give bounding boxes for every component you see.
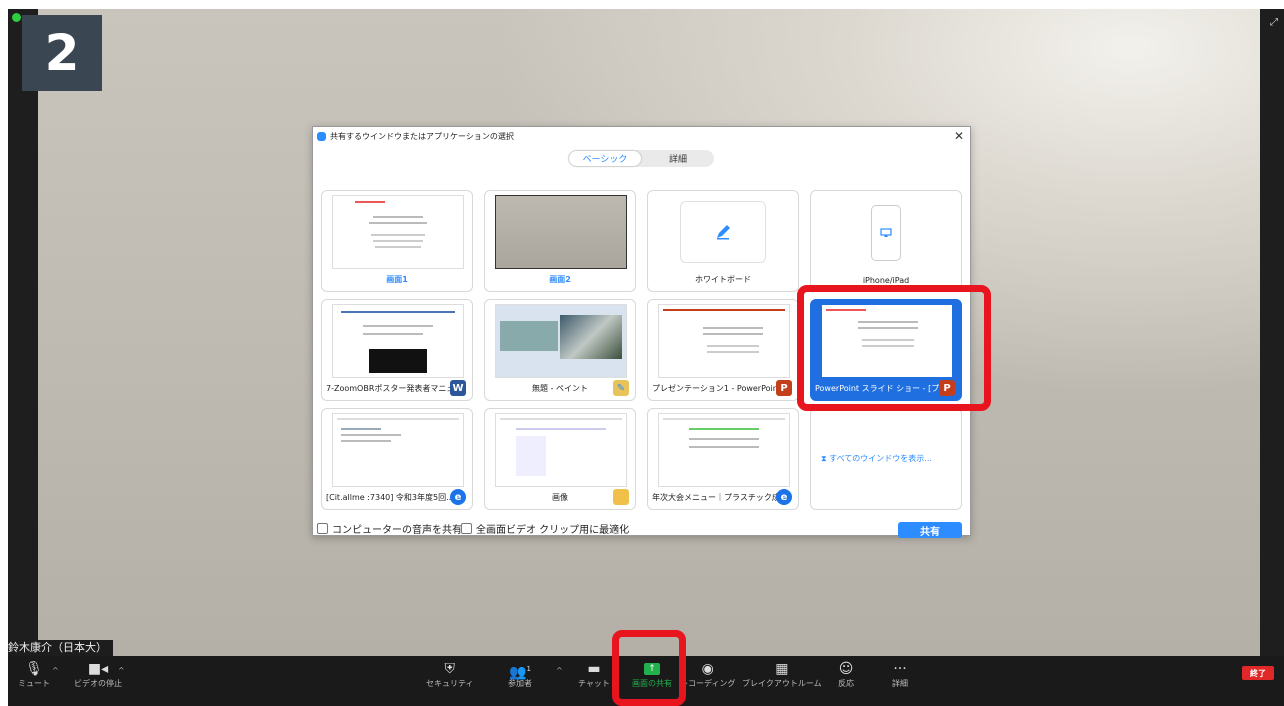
audio-options-caret-icon[interactable]: ^ xyxy=(52,666,59,675)
hourglass-icon: ⧗ xyxy=(821,454,830,463)
mute-button[interactable]: 🎙 ミュート xyxy=(18,660,50,689)
video-options-caret-icon[interactable]: ^ xyxy=(118,666,125,675)
more-button[interactable]: ··· 詳細 xyxy=(892,660,908,689)
fullscreen-icon[interactable]: ⤢ xyxy=(1270,17,1278,28)
record-button[interactable]: ◉ レコーディング xyxy=(680,660,735,689)
dialog-title: 共有するウインドウまたはアプリケーションの選択 xyxy=(317,131,514,142)
breakout-grid-icon: ▦ xyxy=(775,661,789,677)
dialog-title-text: 共有するウインドウまたはアプリケーションの選択 xyxy=(330,132,514,141)
screen-number-badge: 2 xyxy=(22,15,102,91)
folder-icon xyxy=(613,489,629,505)
close-icon[interactable]: ✕ xyxy=(954,129,964,143)
show-all-windows-link[interactable]: ⧗ すべてのウインドウを表示... xyxy=(821,453,932,464)
whiteboard-pen-icon xyxy=(680,201,766,263)
tile-edge-window-1[interactable]: [Cit.allme :7340] 令和3年度5回... e xyxy=(321,408,473,510)
screen-1-thumbnail xyxy=(332,195,464,269)
tile-screen-2[interactable]: 画面2 xyxy=(484,190,636,292)
tab-advanced[interactable]: 詳細 xyxy=(642,150,714,167)
tile-show-all-windows[interactable]: ⧗ すべてのウインドウを表示... xyxy=(810,408,962,510)
paint-thumbnail xyxy=(495,304,627,378)
reactions-button[interactable]: ☺ 反応 xyxy=(838,660,854,689)
highlight-share-screen-button xyxy=(612,630,686,706)
chat-bubble-icon: ▬ xyxy=(587,661,601,677)
word-app-icon: W xyxy=(450,380,466,396)
tab-basic[interactable]: ベーシック xyxy=(569,151,641,166)
powerpoint-thumbnail xyxy=(658,304,790,378)
screen-2-thumbnail xyxy=(495,195,627,269)
edge-browser-icon: e xyxy=(776,489,792,505)
zoom-logo-icon xyxy=(317,132,326,141)
tile-iphone-ipad[interactable]: iPhone/iPad xyxy=(810,190,962,292)
tile-whiteboard[interactable]: ホワイトボード xyxy=(647,190,799,292)
security-button[interactable]: ⛨ セキュリティ xyxy=(426,660,474,689)
word-thumbnail xyxy=(332,304,464,378)
participants-caret-icon[interactable]: ^ xyxy=(556,666,563,675)
participants-button[interactable]: 👥1 参加者 xyxy=(508,660,532,689)
share-mode-tabs: ベーシック 詳細 xyxy=(568,150,714,167)
tile-powerpoint-window[interactable]: プレゼンテーション1 - PowerPoint P xyxy=(647,299,799,401)
video-border-right xyxy=(1260,9,1284,656)
participants-count: 1 xyxy=(526,665,531,673)
powerpoint-app-icon: P xyxy=(776,380,792,396)
chat-button[interactable]: ▬ チャット xyxy=(578,660,610,689)
checkbox-icon xyxy=(317,523,328,534)
tile-label: 画面1 xyxy=(386,275,408,284)
edge-thumbnail-1 xyxy=(332,413,464,487)
tile-label: ホワイトボード xyxy=(695,275,751,284)
microphone-icon: 🎙 xyxy=(25,661,43,677)
tile-paint-window[interactable]: 無題 - ペイント ✎ xyxy=(484,299,636,401)
edge-browser-icon: e xyxy=(450,489,466,505)
highlight-slideshow-tile xyxy=(797,285,991,411)
tile-label: iPhone/iPad xyxy=(862,276,910,285)
participants-icon: 👥1 xyxy=(509,664,531,681)
tile-label: 画面2 xyxy=(549,275,571,284)
video-camera-icon: ■◂ xyxy=(87,661,109,677)
ellipsis-icon: ··· xyxy=(893,661,907,677)
paint-app-icon: ✎ xyxy=(613,380,629,396)
encryption-shield-icon[interactable] xyxy=(12,13,21,22)
shield-icon: ⛨ xyxy=(444,661,456,677)
share-audio-checkbox[interactable]: コンピューターの音声を共有 xyxy=(317,521,462,536)
tile-word-window[interactable]: 7-ZoomOBRポスター発表者マニュ... W xyxy=(321,299,473,401)
presenter-name: 鈴木康介（日本大） xyxy=(8,640,113,656)
images-folder-thumbnail xyxy=(495,413,627,487)
stop-video-button[interactable]: ■◂ ビデオの停止 xyxy=(74,660,122,689)
end-meeting-button[interactable]: 終了 xyxy=(1242,666,1274,680)
smiley-icon: ☺ xyxy=(838,661,854,677)
breakout-rooms-button[interactable]: ▦ ブレイクアウトルーム xyxy=(742,660,822,689)
checkbox-icon xyxy=(461,523,472,534)
tile-edge-window-2[interactable]: 年次大会メニュー｜プラスチック成... e xyxy=(647,408,799,510)
share-button[interactable]: 共有 xyxy=(898,522,962,538)
optimize-video-checkbox[interactable]: 全画面ビデオ クリップ用に最適化 xyxy=(461,521,629,536)
video-border-left xyxy=(8,9,38,656)
airplay-phone-icon xyxy=(871,205,901,261)
record-icon: ◉ xyxy=(701,661,714,677)
edge-thumbnail-2 xyxy=(658,413,790,487)
tile-screen-1[interactable]: 画面1 xyxy=(321,190,473,292)
tile-images-folder[interactable]: 画像 xyxy=(484,408,636,510)
